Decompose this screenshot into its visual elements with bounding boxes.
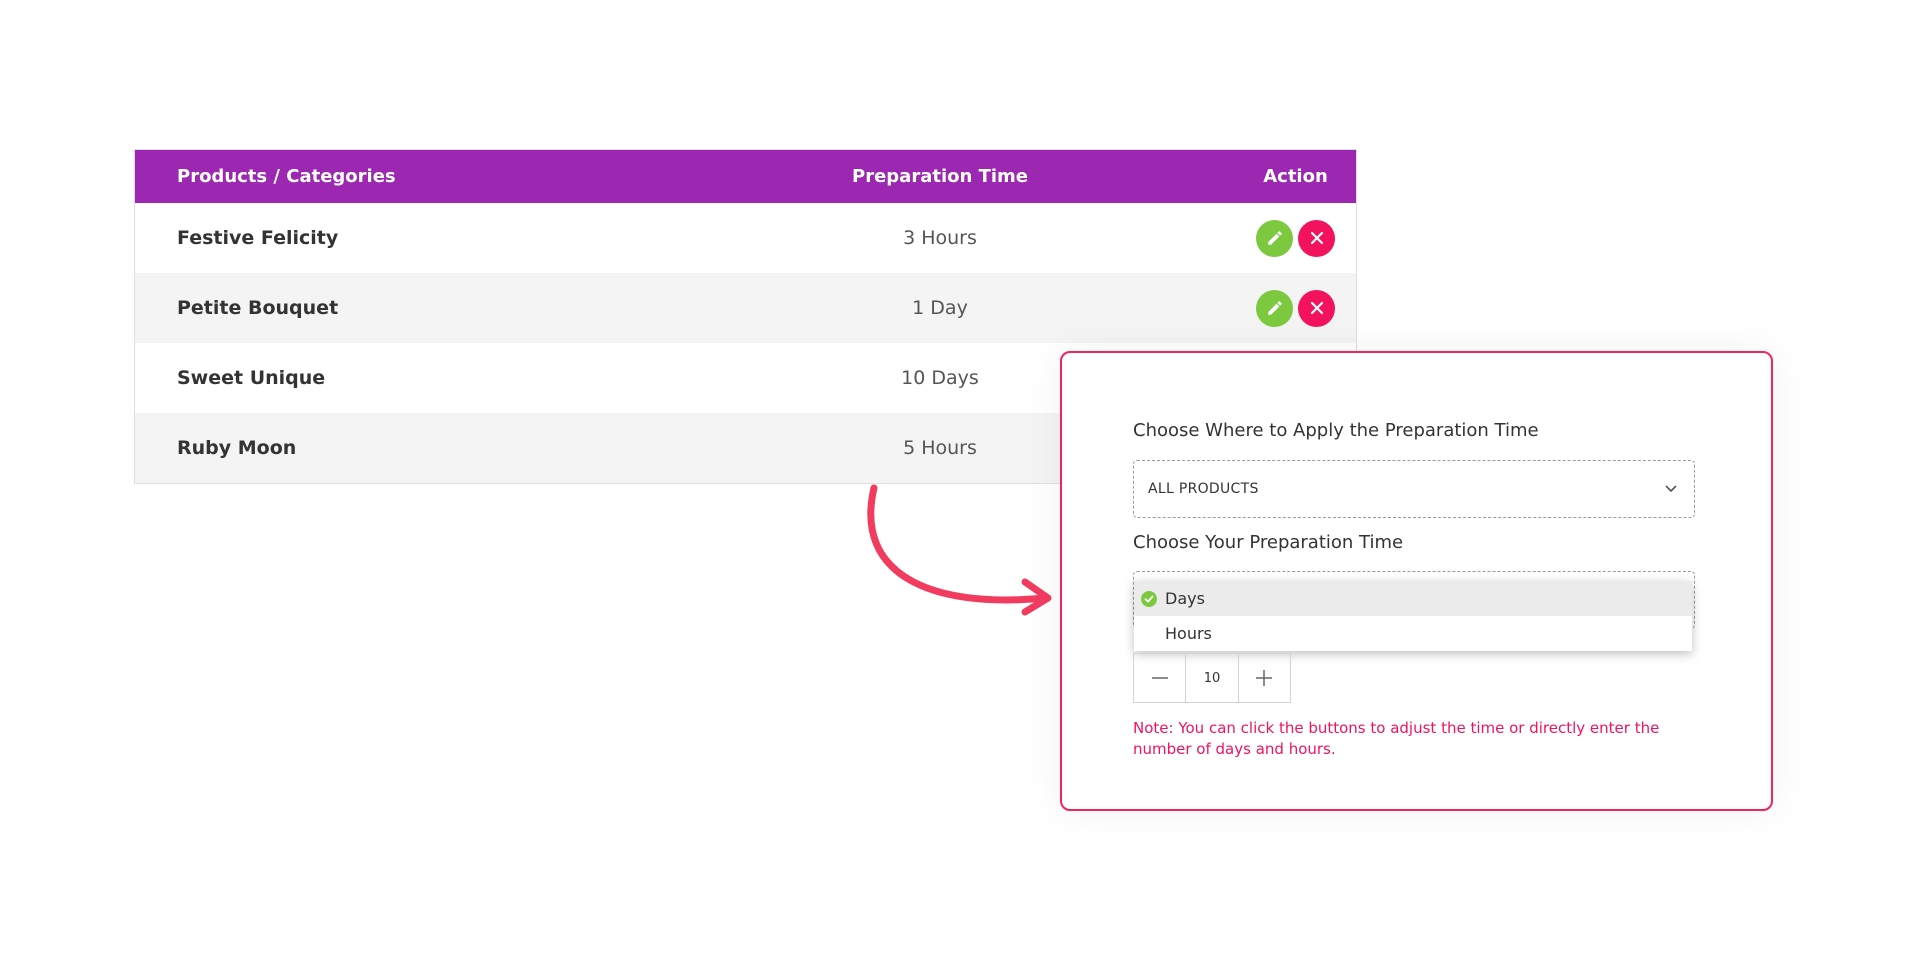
row-product-name: Festive Felicity	[177, 227, 339, 249]
close-icon	[1310, 301, 1323, 315]
pencil-icon	[1267, 301, 1282, 315]
pencil-icon	[1267, 231, 1282, 245]
edit-button[interactable]	[1256, 289, 1293, 327]
apply-location-value: ALL PRODUCTS	[1148, 481, 1259, 497]
option-hours[interactable]: Hours	[1134, 616, 1692, 651]
table-header: Products / Categories Preparation Time A…	[135, 150, 1356, 203]
option-days-label: Days	[1165, 589, 1205, 608]
preparation-time-label: Choose Your Preparation Time	[1133, 532, 1404, 553]
row-preparation-time: 1 Day	[912, 297, 968, 319]
delete-button[interactable]	[1298, 219, 1335, 257]
option-days[interactable]: Days	[1134, 581, 1692, 616]
decrease-button[interactable]	[1134, 654, 1185, 702]
apply-location-select[interactable]: ALL PRODUCTS	[1133, 460, 1695, 518]
quantity-stepper: 10	[1133, 653, 1291, 703]
stepper-value-input[interactable]: 10	[1185, 654, 1239, 702]
check-circle-icon	[1141, 591, 1157, 607]
preparation-time-modal: Choose Where to Apply the Preparation Ti…	[1060, 351, 1773, 811]
row-preparation-time: 3 Hours	[903, 227, 977, 249]
increase-button[interactable]	[1239, 654, 1290, 702]
minus-icon	[1151, 677, 1168, 679]
plus-icon	[1256, 670, 1273, 686]
edit-button[interactable]	[1256, 219, 1293, 257]
helper-note: Note: You can click the buttons to adjus…	[1133, 719, 1660, 758]
chevron-down-icon	[1665, 485, 1677, 493]
close-icon	[1310, 231, 1323, 245]
row-product-name: Ruby Moon	[177, 437, 297, 459]
apply-location-label: Choose Where to Apply the Preparation Ti…	[1133, 420, 1539, 441]
table-row: Petite Bouquet 1 Day	[135, 273, 1356, 343]
header-products-categories: Products / Categories	[177, 166, 396, 187]
delete-button[interactable]	[1298, 289, 1335, 327]
header-preparation-time: Preparation Time	[852, 166, 1028, 187]
row-actions	[1235, 219, 1356, 257]
row-actions	[1235, 289, 1356, 327]
stage: Products / Categories Preparation Time A…	[0, 0, 1920, 953]
time-unit-dropdown: Days Hours	[1134, 581, 1692, 651]
option-hours-label: Hours	[1165, 624, 1212, 643]
header-action: Action	[1263, 166, 1328, 187]
table-row: Festive Felicity 3 Hours	[135, 203, 1356, 273]
curved-arrow-icon	[867, 484, 1052, 616]
row-product-name: Sweet Unique	[177, 367, 326, 389]
row-product-name: Petite Bouquet	[177, 297, 339, 319]
